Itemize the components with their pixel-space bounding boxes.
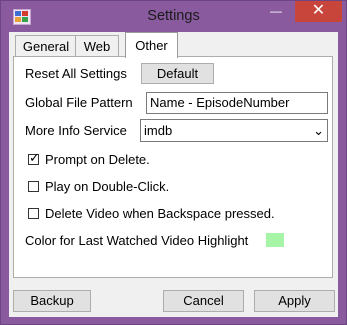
backup-button[interactable]: Backup	[13, 290, 91, 312]
minimize-button[interactable]: —	[263, 1, 289, 22]
tab-other[interactable]: Other	[125, 32, 178, 58]
tab-web[interactable]: Web	[75, 35, 119, 57]
dialog-body: General Web Other Reset All Settings Def…	[9, 32, 338, 317]
file-pattern-label: Global File Pattern	[25, 95, 133, 110]
title-bar[interactable]: Settings — □ ✕	[1, 1, 346, 31]
info-service-value: imdb	[144, 123, 173, 138]
highlight-color-label: Color for Last Watched Video Highlight	[25, 233, 249, 248]
delete-backspace-label[interactable]: Delete Video when Backspace pressed.	[45, 206, 275, 221]
file-pattern-input[interactable]: Name - EpisodeNumber	[146, 92, 328, 114]
close-button[interactable]: ✕	[295, 1, 342, 22]
highlight-color-swatch[interactable]	[266, 233, 284, 247]
default-button[interactable]: Default	[141, 63, 214, 84]
apply-button[interactable]: Apply	[254, 290, 335, 312]
play-double-click-checkbox[interactable]	[28, 181, 39, 192]
reset-settings-label: Reset All Settings	[25, 66, 127, 81]
play-double-click-label[interactable]: Play on Double-Click.	[45, 179, 169, 194]
other-tab-panel: Reset All Settings Default Global File P…	[13, 56, 333, 278]
chevron-down-icon: ⌄	[313, 123, 324, 138]
tab-general[interactable]: General	[15, 35, 77, 57]
info-service-label: More Info Service	[25, 123, 127, 138]
prompt-delete-checkbox[interactable]: ✓	[28, 150, 40, 165]
cancel-button[interactable]: Cancel	[163, 290, 244, 312]
checkmark-icon: ✓	[29, 150, 40, 165]
delete-backspace-checkbox[interactable]	[28, 208, 39, 219]
settings-window: Settings — □ ✕ General Web Other Reset A…	[0, 0, 347, 325]
prompt-delete-label[interactable]: Prompt on Delete.	[45, 152, 150, 167]
info-service-select[interactable]: imdb ⌄	[140, 119, 328, 142]
